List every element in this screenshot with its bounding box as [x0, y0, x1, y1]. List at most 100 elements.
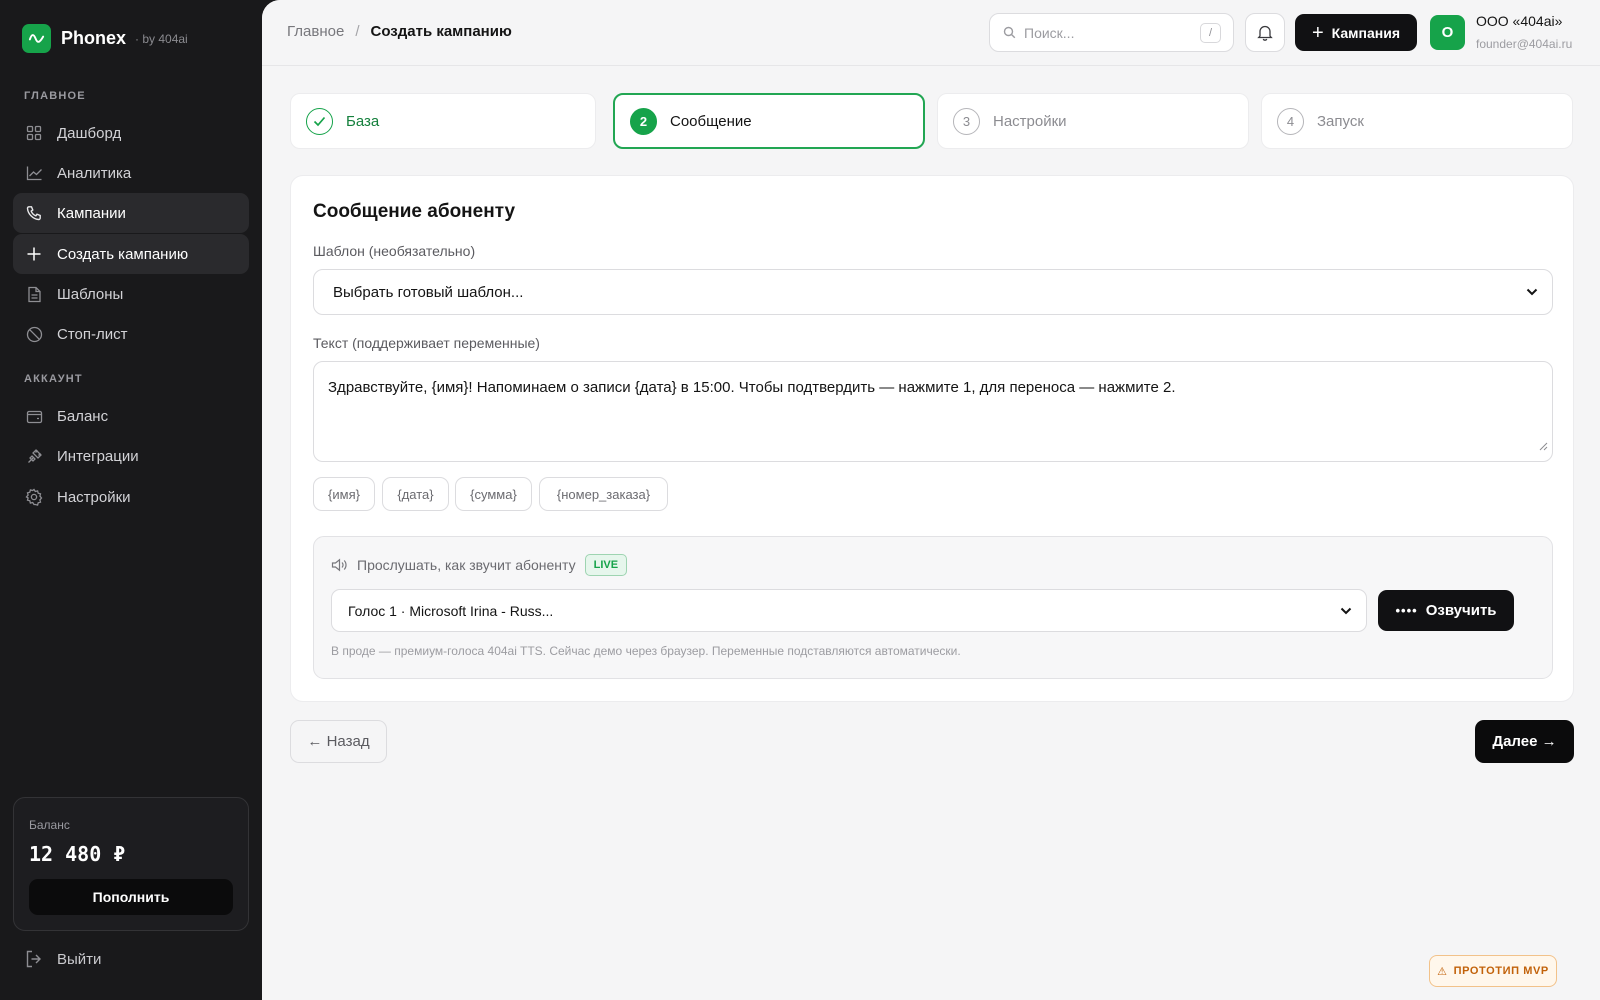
search-box[interactable]: /	[989, 13, 1234, 52]
next-button[interactable]: Далее →	[1475, 720, 1574, 763]
sidebar-item-label: Создать кампанию	[57, 245, 189, 263]
phone-icon	[25, 204, 43, 222]
sidebar-item-label: Аналитика	[57, 164, 132, 182]
sidebar-item-analytics[interactable]: Аналитика	[13, 153, 249, 193]
main-content: Главное / Создать кампанию / + Кампания …	[262, 0, 1600, 1000]
nav-section-account: АККАУНТ	[24, 373, 83, 385]
step-launch[interactable]: 4 Запуск	[1261, 93, 1573, 149]
variable-chip-order-number[interactable]: {номер_заказа}	[539, 477, 668, 511]
voice-select-value: Голос 1 · Microsoft Irina - Russ...	[348, 602, 554, 619]
sidebar-item-stop-list[interactable]: Стоп-лист	[13, 314, 249, 354]
sidebar-item-campaigns[interactable]: Кампании	[13, 193, 249, 233]
sidebar-item-label: Шаблоны	[57, 285, 124, 303]
preview-header: Прослушать, как звучит абоненту LIVE	[331, 554, 628, 576]
speak-button[interactable]: •••• Озвучить	[1378, 590, 1514, 631]
logout-icon	[25, 950, 43, 968]
sidebar-item-label: Настройки	[57, 488, 131, 506]
back-button[interactable]: ← Назад	[290, 720, 387, 763]
new-campaign-button[interactable]: + Кампания	[1295, 14, 1417, 51]
notifications-button[interactable]	[1245, 13, 1285, 52]
sidebar: Phonex · by 404ai ГЛАВНОЕ Дашборд Аналит…	[0, 0, 262, 1000]
chevron-down-icon	[1526, 288, 1538, 296]
speak-button-label: Озвучить	[1425, 602, 1497, 619]
nav-section-main: ГЛАВНОЕ	[24, 90, 86, 102]
breadcrumb: Главное / Создать кампанию	[287, 23, 512, 40]
warning-icon: ⚠	[1437, 965, 1448, 978]
sidebar-item-balance[interactable]: Баланс	[13, 396, 249, 436]
brand-by: · by 404ai	[135, 31, 188, 46]
step-label: Запуск	[1317, 112, 1364, 130]
preview-title: Прослушать, как звучит абоненту	[357, 557, 576, 573]
logout-button[interactable]: Выйти	[25, 950, 101, 968]
template-select-value: Выбрать готовый шаблон...	[333, 283, 524, 301]
ban-icon	[25, 325, 43, 343]
brand[interactable]: Phonex · by 404ai	[22, 24, 188, 53]
org-email: founder@404ai.ru	[1476, 37, 1573, 51]
sidebar-item-integrations[interactable]: Интеграции	[13, 436, 249, 476]
voice-select[interactable]: Голос 1 · Microsoft Irina - Russ...	[331, 589, 1367, 632]
plug-icon	[25, 447, 43, 465]
breadcrumb-current: Создать кампанию	[370, 23, 512, 40]
resize-handle-icon[interactable]	[1539, 436, 1548, 457]
avatar[interactable]: О	[1430, 15, 1465, 50]
waveform-dots-icon: ••••	[1395, 603, 1418, 618]
balance-label: Баланс	[29, 818, 70, 832]
template-select[interactable]: Выбрать готовый шаблон...	[313, 269, 1553, 315]
sidebar-item-label: Дашборд	[57, 124, 122, 142]
check-icon	[306, 107, 333, 135]
preview-note: В проде — премиум-голоса 404ai TTS. Сейч…	[331, 644, 961, 658]
sidebar-item-create-campaign[interactable]: Создать кампанию	[13, 234, 249, 274]
sidebar-item-label: Интеграции	[57, 447, 139, 465]
step-label: Сообщение	[670, 112, 752, 130]
sidebar-item-label: Стоп-лист	[57, 325, 128, 343]
sidebar-item-templates[interactable]: Шаблоны	[13, 274, 249, 314]
step-message[interactable]: 2 Сообщение	[613, 93, 925, 149]
plus-icon	[25, 245, 43, 263]
org-name: ООО «404ai»	[1476, 13, 1563, 29]
balance-card: Баланс 12 480 ₽ Пополнить	[13, 797, 249, 931]
brand-name: Phonex	[61, 28, 127, 48]
search-shortcut-key: /	[1200, 23, 1221, 43]
breadcrumb-home[interactable]: Главное	[287, 23, 344, 40]
live-badge: LIVE	[584, 554, 628, 576]
message-textarea[interactable]: Здравствуйте, {имя}! Напоминаем о записи…	[313, 361, 1553, 462]
card-title: Сообщение абоненту	[313, 201, 516, 222]
speaker-icon	[331, 558, 348, 572]
sidebar-item-dashboard[interactable]: Дашборд	[13, 113, 249, 153]
sidebar-item-settings[interactable]: Настройки	[13, 477, 249, 517]
grid-icon	[25, 124, 43, 142]
logout-label: Выйти	[57, 950, 102, 968]
step-number: 3	[953, 107, 980, 135]
prototype-badge-label: ПРОТОТИП MVP	[1453, 965, 1549, 977]
sidebar-item-label: Кампании	[57, 204, 126, 222]
prototype-badge: ⚠ ПРОТОТИП MVP	[1429, 955, 1557, 987]
template-label: Шаблон (необязательно)	[313, 243, 476, 259]
variable-chip-date[interactable]: {дата}	[382, 477, 449, 511]
step-settings[interactable]: 3 Настройки	[937, 93, 1249, 149]
plus-icon: +	[1311, 21, 1324, 44]
variable-chip-sum[interactable]: {сумма}	[455, 477, 532, 511]
step-label: Настройки	[993, 112, 1067, 130]
brand-logo-icon	[22, 24, 51, 53]
new-campaign-label: Кампания	[1331, 24, 1401, 41]
message-card: Сообщение абоненту Шаблон (необязательно…	[290, 175, 1574, 702]
voice-preview-panel: Прослушать, как звучит абоненту LIVE Гол…	[313, 536, 1553, 679]
topup-button[interactable]: Пополнить	[29, 879, 233, 915]
chart-line-icon	[25, 164, 43, 182]
step-number: 2	[630, 107, 657, 135]
sidebar-item-label: Баланс	[57, 407, 109, 425]
step-label: База	[346, 112, 380, 130]
search-input[interactable]	[1024, 24, 1194, 41]
wallet-icon	[25, 407, 43, 425]
text-label: Текст (поддерживает переменные)	[313, 335, 540, 351]
document-icon	[25, 285, 43, 303]
chevron-down-icon	[1340, 607, 1352, 615]
bell-icon	[1257, 24, 1273, 41]
gear-icon	[25, 488, 43, 506]
search-icon	[1003, 26, 1016, 39]
message-text: Здравствуйте, {имя}! Напоминаем о записи…	[328, 379, 1176, 396]
step-base[interactable]: База	[290, 93, 596, 149]
breadcrumb-separator: /	[355, 23, 360, 40]
variable-chip-name[interactable]: {имя}	[313, 477, 375, 511]
step-number: 4	[1277, 107, 1304, 135]
